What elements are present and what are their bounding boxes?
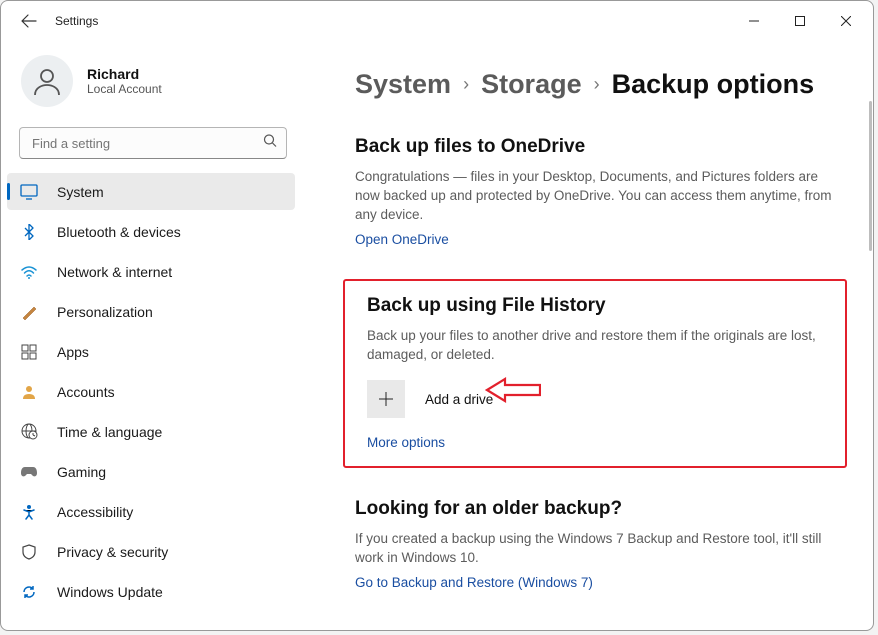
breadcrumb-system[interactable]: System <box>355 69 451 100</box>
sync-icon <box>19 582 39 602</box>
accessibility-icon <box>19 502 39 522</box>
minimize-button[interactable] <box>731 6 777 36</box>
close-button[interactable] <box>823 6 869 36</box>
minimize-icon <box>749 16 759 26</box>
nav-item-network[interactable]: Network & internet <box>7 253 295 290</box>
nav-item-accessibility[interactable]: Accessibility <box>7 493 295 530</box>
section-title: Looking for an older backup? <box>355 498 833 520</box>
backup-restore-link[interactable]: Go to Backup and Restore (Windows 7) <box>355 575 593 590</box>
chevron-right-icon: › <box>463 74 469 95</box>
section-older-backup: Looking for an older backup? If you crea… <box>307 498 855 592</box>
brush-icon <box>19 302 39 322</box>
apps-icon <box>19 342 39 362</box>
plus-icon <box>367 380 405 418</box>
bluetooth-icon <box>19 222 39 242</box>
wifi-icon <box>19 262 39 282</box>
gamepad-icon <box>19 462 39 482</box>
annotation-arrow <box>485 377 541 403</box>
arrow-left-icon <box>21 13 37 29</box>
chevron-right-icon: › <box>594 74 600 95</box>
user-icon <box>31 65 63 97</box>
nav-label: Network & internet <box>57 264 172 280</box>
nav-label: Accounts <box>57 384 115 400</box>
globe-clock-icon <box>19 422 39 442</box>
maximize-icon <box>795 16 805 26</box>
scrollbar-thumb[interactable] <box>869 101 872 251</box>
monitor-icon <box>19 182 39 202</box>
section-file-history: Back up using File History Back up your … <box>343 279 847 469</box>
section-description: Back up your files to another drive and … <box>367 327 831 365</box>
nav-label: Privacy & security <box>57 544 168 560</box>
close-icon <box>841 16 851 26</box>
user-name: Richard <box>87 66 162 82</box>
person-icon <box>19 382 39 402</box>
nav-label: Accessibility <box>57 504 133 520</box>
nav-item-privacy[interactable]: Privacy & security <box>7 533 295 570</box>
search-field[interactable] <box>19 127 287 159</box>
section-onedrive: Back up files to OneDrive Congratulation… <box>307 136 855 249</box>
nav-label: System <box>57 184 104 200</box>
breadcrumb: System › Storage › Backup options <box>307 69 855 100</box>
open-onedrive-link[interactable]: Open OneDrive <box>355 232 449 247</box>
user-account: Local Account <box>87 82 162 96</box>
more-options-link[interactable]: More options <box>367 435 445 450</box>
titlebar: Settings <box>1 1 873 41</box>
settings-window: Settings Richar <box>0 0 874 631</box>
nav-list: System Bluetooth & devices Network & int… <box>1 169 299 617</box>
nav-label: Bluetooth & devices <box>57 224 181 240</box>
breadcrumb-current: Backup options <box>612 69 815 100</box>
add-drive-button[interactable]: Add a drive <box>367 380 831 418</box>
nav-label: Personalization <box>57 304 153 320</box>
sidebar: Richard Local Account System <box>1 41 307 630</box>
breadcrumb-storage[interactable]: Storage <box>481 69 582 100</box>
arrow-left-annotation-icon <box>485 377 541 403</box>
nav-label: Gaming <box>57 464 106 480</box>
search-input[interactable] <box>19 127 287 159</box>
nav-item-accounts[interactable]: Accounts <box>7 373 295 410</box>
nav-item-bluetooth[interactable]: Bluetooth & devices <box>7 213 295 250</box>
app-title: Settings <box>55 14 98 28</box>
nav-item-personalization[interactable]: Personalization <box>7 293 295 330</box>
maximize-button[interactable] <box>777 6 823 36</box>
section-description: If you created a backup using the Window… <box>355 530 833 568</box>
add-drive-label: Add a drive <box>425 392 493 407</box>
section-description: Congratulations — files in your Desktop,… <box>355 168 833 225</box>
nav-item-apps[interactable]: Apps <box>7 333 295 370</box>
user-block[interactable]: Richard Local Account <box>1 49 299 121</box>
nav-label: Apps <box>57 344 89 360</box>
shield-icon <box>19 542 39 562</box>
scrollbar[interactable] <box>867 101 873 550</box>
back-button[interactable] <box>15 7 43 35</box>
section-title: Back up files to OneDrive <box>355 136 833 158</box>
nav-item-windows-update[interactable]: Windows Update <box>7 573 295 610</box>
section-title: Back up using File History <box>367 295 831 317</box>
main-content: System › Storage › Backup options Back u… <box>307 41 873 630</box>
nav-item-system[interactable]: System <box>7 173 295 210</box>
nav-label: Windows Update <box>57 584 163 600</box>
avatar <box>21 55 73 107</box>
nav-item-time-language[interactable]: Time & language <box>7 413 295 450</box>
nav-item-gaming[interactable]: Gaming <box>7 453 295 490</box>
nav-label: Time & language <box>57 424 162 440</box>
